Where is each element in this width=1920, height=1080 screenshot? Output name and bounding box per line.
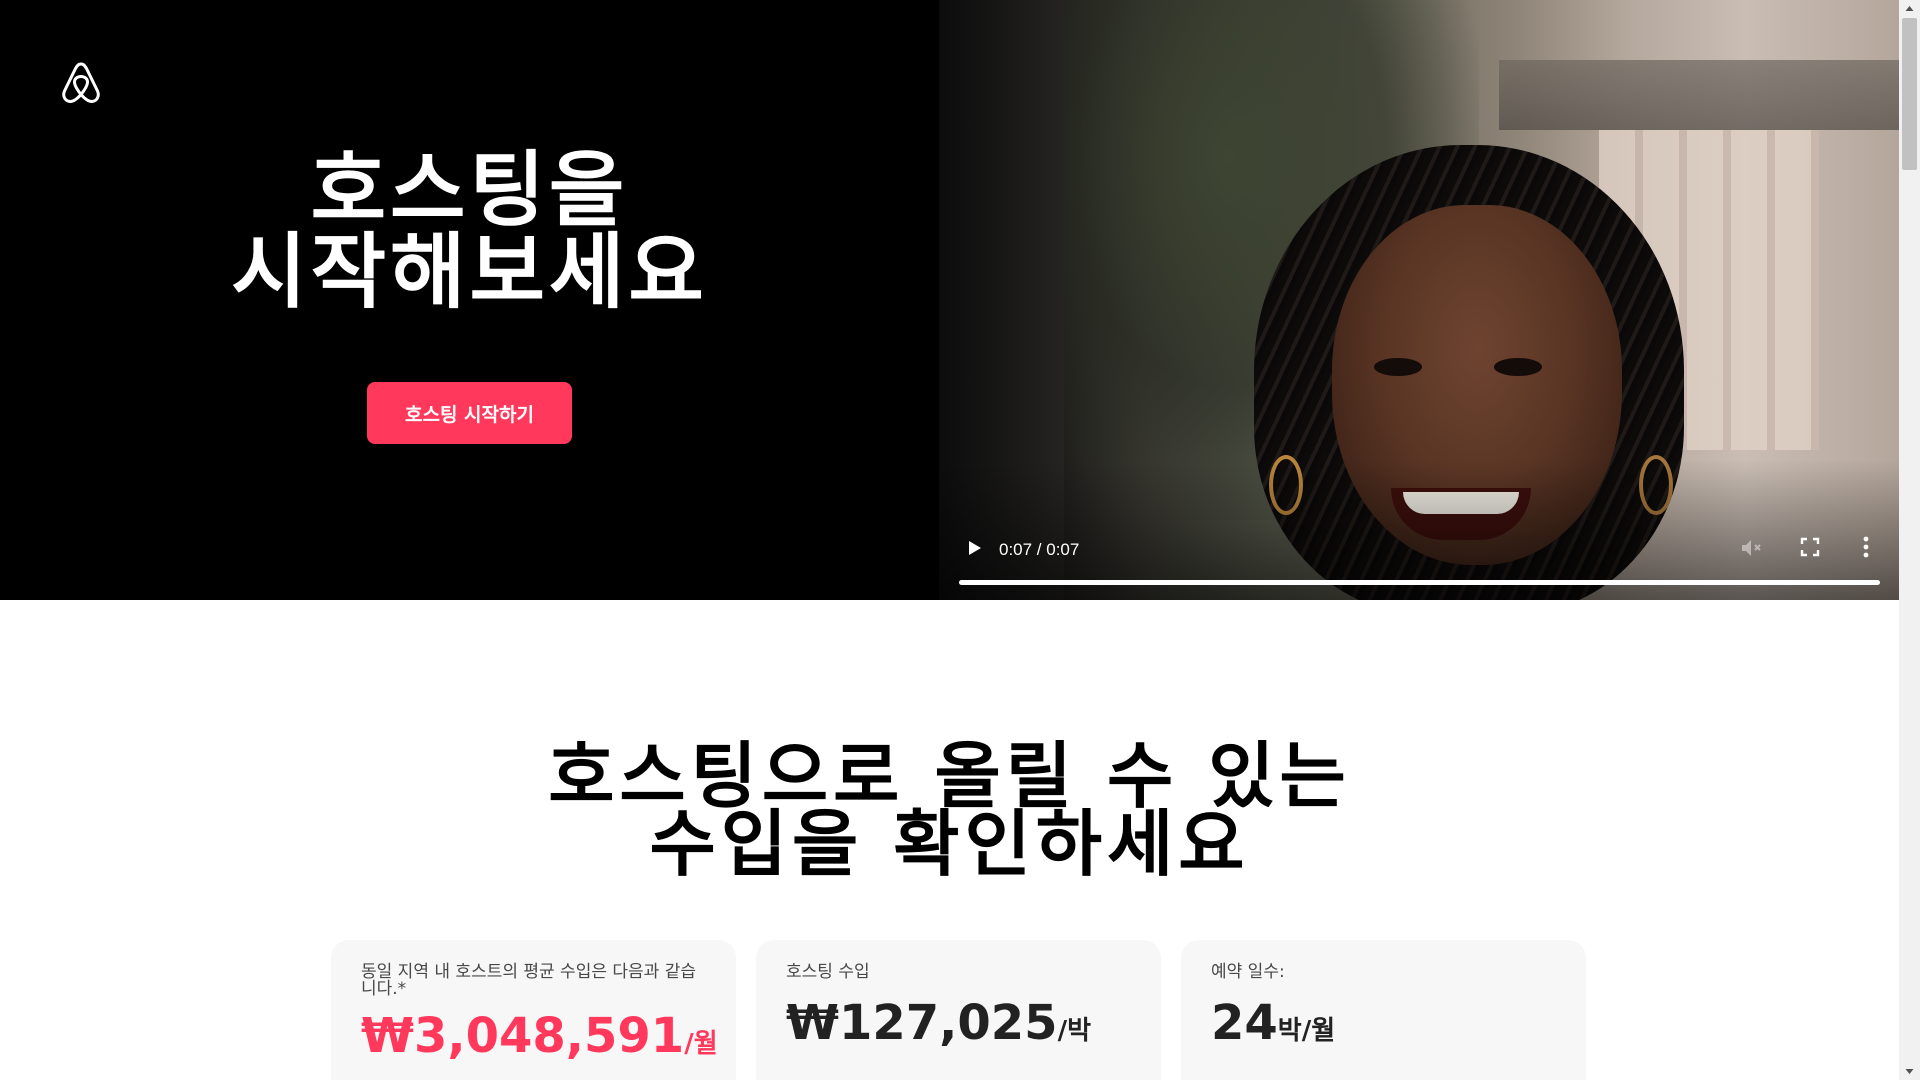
video-progress-bar[interactable] [959,580,1880,585]
start-hosting-button[interactable]: 호스팅 시작하기 [367,382,572,444]
booked-nights-value: 24박/월 [1211,995,1556,1059]
more-options-icon[interactable] [1861,534,1871,560]
booked-nights-unit: 박/월 [1277,1016,1336,1046]
scroll-up-arrow-icon[interactable] [1899,0,1920,17]
earnings-title-line-2: 수입을 확인하세요 [649,802,1250,886]
hero-title: 호스팅을 시작해보세요 [0,150,939,314]
average-earnings-value: ₩3,048,591/월 [361,1008,718,1072]
airbnb-logo-icon[interactable] [58,60,104,106]
scroll-down-arrow-icon[interactable] [1899,1063,1920,1080]
fullscreen-icon[interactable] [1799,536,1821,558]
booked-nights-card: 예약 일수: 24박/월 [1181,940,1586,1080]
hero-title-line-1: 호스팅을 [310,143,629,238]
booked-nights-amount: 24 [1211,995,1278,1051]
booked-nights-label: 예약 일수: [1211,962,1285,982]
play-icon[interactable] [964,536,986,560]
hero-panel: 호스팅을 시작해보세요 호스팅 시작하기 [0,0,939,600]
hosting-income-card: 호스팅 수입 ₩127,025/박 [756,940,1161,1080]
video-progress-fill [959,580,1880,585]
average-earnings-label: 동일 지역 내 호스트의 평균 수입은 다음과 같습니다.* [361,962,696,999]
hero-title-line-2: 시작해보세요 [231,225,708,320]
hosting-income-value: ₩127,025/박 [786,995,1131,1059]
earnings-title-line-1: 호스팅으로 올릴 수 있는 [548,734,1351,818]
average-earnings-unit: /월 [684,1029,718,1059]
hosting-income-label: 호스팅 수입 [786,962,870,982]
page: 호스팅을 시작해보세요 호스팅 시작하기 0:07 / 0:07 호스팅으로 올… [0,0,1920,1080]
video-time: 0:07 / 0:07 [999,540,1080,559]
hosting-income-amount: ₩127,025 [786,995,1058,1051]
page-scrollbar[interactable] [1899,0,1920,1080]
earnings-title: 호스팅으로 올릴 수 있는 수입을 확인하세요 [0,734,1899,886]
host-video-player[interactable]: 0:07 / 0:07 [939,0,1899,600]
average-earnings-amount: ₩3,048,591 [361,1008,685,1064]
volume-muted-icon[interactable] [1739,536,1763,560]
average-earnings-card: 동일 지역 내 호스트의 평균 수입은 다음과 같습니다.* ₩3,048,59… [331,940,736,1080]
hosting-income-unit: /박 [1057,1016,1091,1046]
scrollbar-thumb[interactable] [1902,18,1917,170]
video-controls: 0:07 / 0:07 [939,520,1899,600]
hero-section: 호스팅을 시작해보세요 호스팅 시작하기 0:07 / 0:07 [0,0,1899,600]
